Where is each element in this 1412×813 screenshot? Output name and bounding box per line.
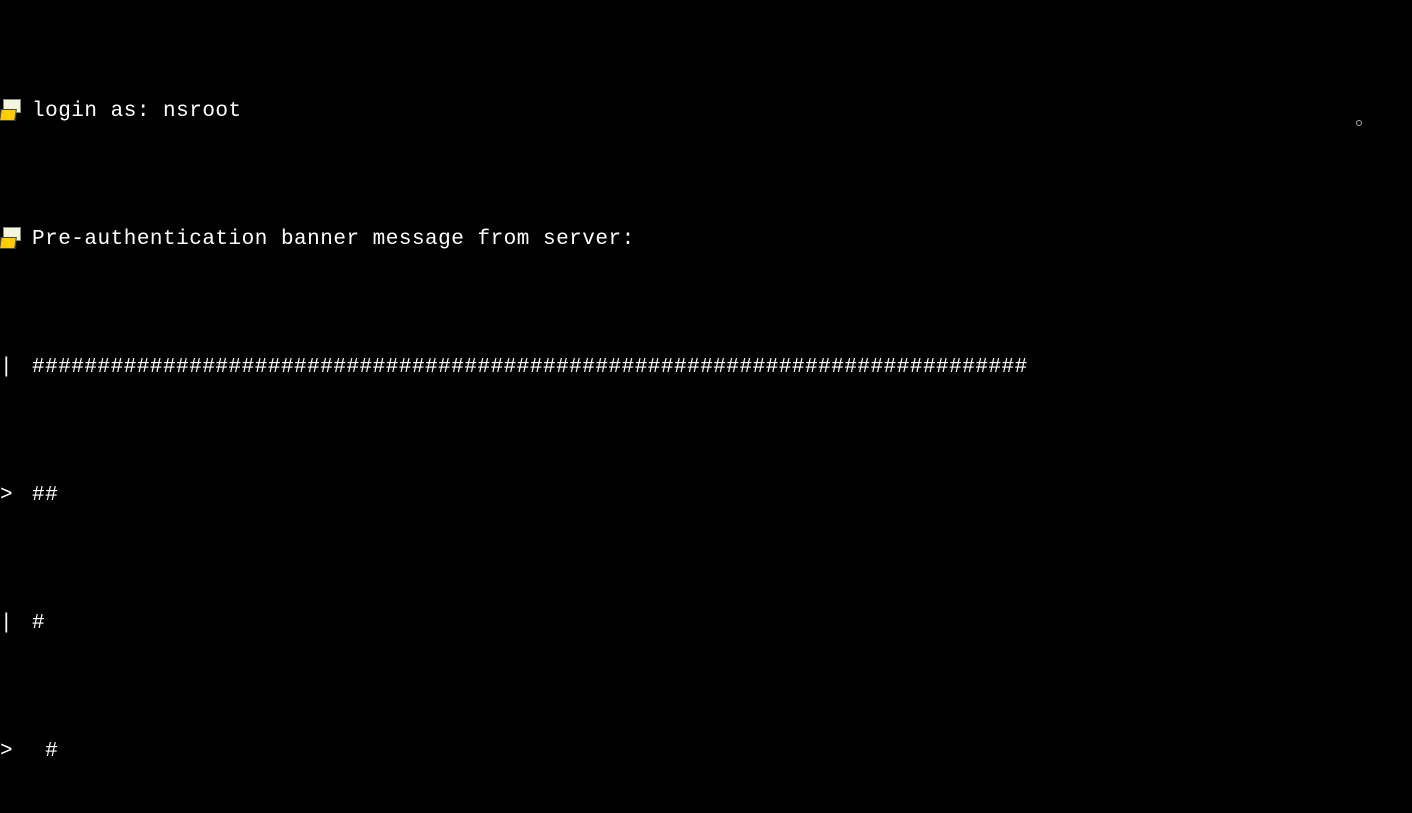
terminal-line: Pre-authentication banner message from s… xyxy=(0,224,1412,256)
terminal-line: login as: nsroot xyxy=(0,96,1412,128)
gt-prefix: > xyxy=(0,480,26,512)
cursor-indicator-icon xyxy=(1356,120,1362,126)
terminal-line: | ######################################… xyxy=(0,352,1412,384)
banner-hash-line: ## xyxy=(32,480,58,512)
pipe-prefix: | xyxy=(0,352,26,384)
preauth-banner-header: Pre-authentication banner message from s… xyxy=(32,224,635,256)
putty-icon xyxy=(0,99,22,121)
putty-icon xyxy=(0,227,22,249)
gt-prefix: > xyxy=(0,736,26,768)
login-prompt: login as: nsroot xyxy=(32,96,242,128)
terminal-line: > # xyxy=(0,736,1412,768)
banner-line: # xyxy=(32,736,58,768)
pipe-prefix: | xyxy=(0,608,26,640)
banner-hash-line: ########################################… xyxy=(32,352,1028,384)
terminal-line: > ## xyxy=(0,480,1412,512)
terminal-line: | # xyxy=(0,608,1412,640)
banner-line: # xyxy=(32,608,45,640)
terminal-window[interactable]: login as: nsroot Pre-authentication bann… xyxy=(0,0,1412,813)
